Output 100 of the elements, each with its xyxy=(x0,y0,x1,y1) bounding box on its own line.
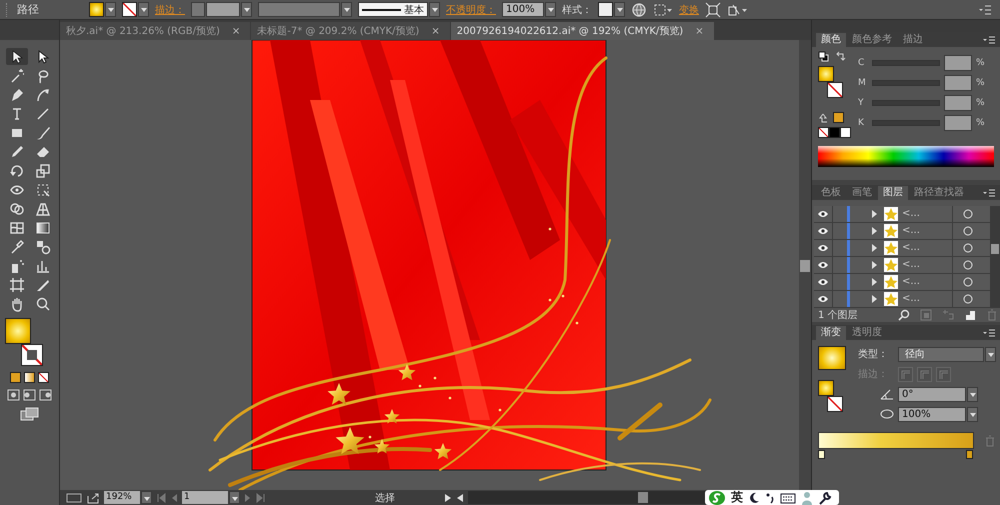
default-colors-icon[interactable] xyxy=(818,51,829,62)
keyboard-icon[interactable] xyxy=(780,492,796,504)
panel-menu-icon[interactable] xyxy=(982,34,996,44)
dropdown-button[interactable] xyxy=(985,346,996,362)
artboard-field[interactable]: 1 xyxy=(182,491,228,504)
target-circle-icon[interactable] xyxy=(963,294,973,304)
arrow-button[interactable] xyxy=(545,2,556,17)
eye-icon[interactable] xyxy=(817,261,829,269)
panel-menu-icon[interactable] xyxy=(982,188,996,198)
panel-tab[interactable]: 颜色 xyxy=(816,33,846,47)
stroke-link[interactable]: 描边： xyxy=(155,2,185,16)
transform-icon[interactable] xyxy=(705,2,721,18)
dotted-square-icon[interactable] xyxy=(653,2,673,18)
clipping-mask-icon[interactable] xyxy=(920,309,932,321)
target-circle-icon[interactable] xyxy=(963,277,973,287)
draw-mode-icon[interactable] xyxy=(39,389,52,401)
color-spectrum[interactable] xyxy=(818,146,994,167)
dropdown-button[interactable] xyxy=(241,2,252,17)
panel-menu-icon[interactable] xyxy=(982,328,996,338)
style-swatch[interactable] xyxy=(598,2,613,17)
dropdown-button[interactable] xyxy=(105,2,116,17)
document-tab[interactable]: 秋夕.ai* @ 213.26% (RGB/预览) × xyxy=(60,22,250,40)
channel-value-field[interactable] xyxy=(944,54,972,70)
selected-tool-highlight[interactable] xyxy=(6,48,28,65)
last-color-swatch[interactable] xyxy=(833,112,844,123)
fill-color-swatch[interactable] xyxy=(818,380,834,396)
zoom-icon[interactable] xyxy=(34,296,50,312)
blend-icon[interactable] xyxy=(34,238,50,254)
fill-color-swatch[interactable] xyxy=(4,318,30,344)
document-tab-title[interactable]: 秋夕.ai* @ 213.26% (RGB/预览) xyxy=(66,24,220,38)
panel-tab[interactable]: 渐变 xyxy=(816,326,846,340)
panel-tab[interactable]: 图层 xyxy=(878,186,908,200)
dropdown-button[interactable] xyxy=(967,406,978,422)
stroke-weight-field[interactable] xyxy=(206,2,240,17)
channel-value-field[interactable] xyxy=(944,94,972,110)
curved-pen-icon[interactable] xyxy=(34,86,50,102)
stroke-profile-dropdown[interactable]: 基本 xyxy=(358,2,428,17)
moon-icon[interactable] xyxy=(748,492,760,504)
target-circle-icon[interactable] xyxy=(963,209,973,219)
stroke-color-swatch[interactable] xyxy=(827,82,843,98)
rotate-icon[interactable] xyxy=(8,162,24,178)
stroke-swatch[interactable] xyxy=(122,2,137,17)
eye-icon[interactable] xyxy=(817,244,829,252)
target-circle-icon[interactable] xyxy=(963,226,973,236)
angle-field[interactable]: 0° xyxy=(898,386,966,402)
opacity-field[interactable]: 100% xyxy=(502,2,544,17)
scale-icon[interactable] xyxy=(34,162,50,178)
dropdown-button[interactable] xyxy=(967,386,978,402)
document-tab-title[interactable]: 未标题-7* @ 209.2% (CMYK/预览) xyxy=(257,24,420,38)
dropdown-button[interactable] xyxy=(429,2,440,17)
free-transform-icon[interactable] xyxy=(34,182,50,198)
play-icon[interactable] xyxy=(444,492,452,502)
opacity-link[interactable]: 不透明度： xyxy=(446,2,496,16)
last-page-icon[interactable] xyxy=(256,492,266,502)
punctuation-icon[interactable] xyxy=(765,492,775,504)
close-tab-button[interactable]: × xyxy=(695,26,704,36)
eye-icon[interactable] xyxy=(817,210,829,218)
zoom-field[interactable]: 192% xyxy=(104,491,140,504)
layers-scrollbar[interactable] xyxy=(990,206,1000,308)
target-circle-icon[interactable] xyxy=(963,243,973,253)
vertical-scrollbar[interactable] xyxy=(799,40,811,490)
perspective-grid-icon[interactable] xyxy=(34,200,50,216)
close-tab-button[interactable]: × xyxy=(431,26,440,36)
input-language-toggle[interactable]: 英 xyxy=(731,489,743,505)
gradient-stop[interactable] xyxy=(966,450,973,459)
gradient-type-dropdown[interactable]: 径向 xyxy=(898,346,984,362)
out-of-gamut-arrow-icon[interactable] xyxy=(818,112,828,123)
color-mode-button[interactable] xyxy=(10,372,21,383)
first-page-icon[interactable] xyxy=(156,492,166,502)
panel-tab[interactable]: 路径查找器 xyxy=(909,186,969,200)
draw-mode-icon[interactable] xyxy=(23,389,36,401)
close-tab-button[interactable]: × xyxy=(232,26,240,36)
gradient-icon[interactable] xyxy=(34,220,50,236)
gradient-ramp[interactable] xyxy=(818,432,974,449)
document-tab-title[interactable]: 2007926194022612.ai* @ 192% (CMYK/预览) xyxy=(456,24,684,38)
dropdown-button[interactable] xyxy=(229,491,240,504)
channel-value-field[interactable] xyxy=(944,74,972,90)
swap-arrows-icon[interactable] xyxy=(835,51,846,62)
new-layer-icon[interactable] xyxy=(964,309,976,321)
draw-mode-icon[interactable] xyxy=(7,389,20,401)
mesh-icon[interactable] xyxy=(8,220,24,236)
previous-page-icon[interactable] xyxy=(170,492,178,502)
eye-icon[interactable] xyxy=(817,278,829,286)
view-toggle-icon[interactable] xyxy=(66,492,82,504)
screen-mode-icon[interactable] xyxy=(20,407,40,421)
color-swatch[interactable] xyxy=(840,127,851,138)
panel-tab[interactable]: 色板 xyxy=(816,186,846,200)
wrench-icon[interactable] xyxy=(818,490,832,504)
stroke-color-swatch[interactable] xyxy=(20,344,42,366)
panel-tab[interactable]: 描边 xyxy=(898,33,928,47)
scroll-left-icon[interactable] xyxy=(456,492,464,502)
aspect-ratio-field[interactable]: 100% xyxy=(898,406,966,422)
gradient-stop[interactable] xyxy=(818,450,825,459)
eye-icon[interactable] xyxy=(817,227,829,235)
gradient-preview-swatch[interactable] xyxy=(818,346,846,370)
dropdown-button[interactable] xyxy=(141,491,152,504)
panel-menu-icon[interactable] xyxy=(978,4,992,16)
fill-color-swatch[interactable] xyxy=(818,66,834,82)
stroke-color-swatch[interactable] xyxy=(827,396,843,412)
ime-logo-icon[interactable] xyxy=(708,490,726,505)
